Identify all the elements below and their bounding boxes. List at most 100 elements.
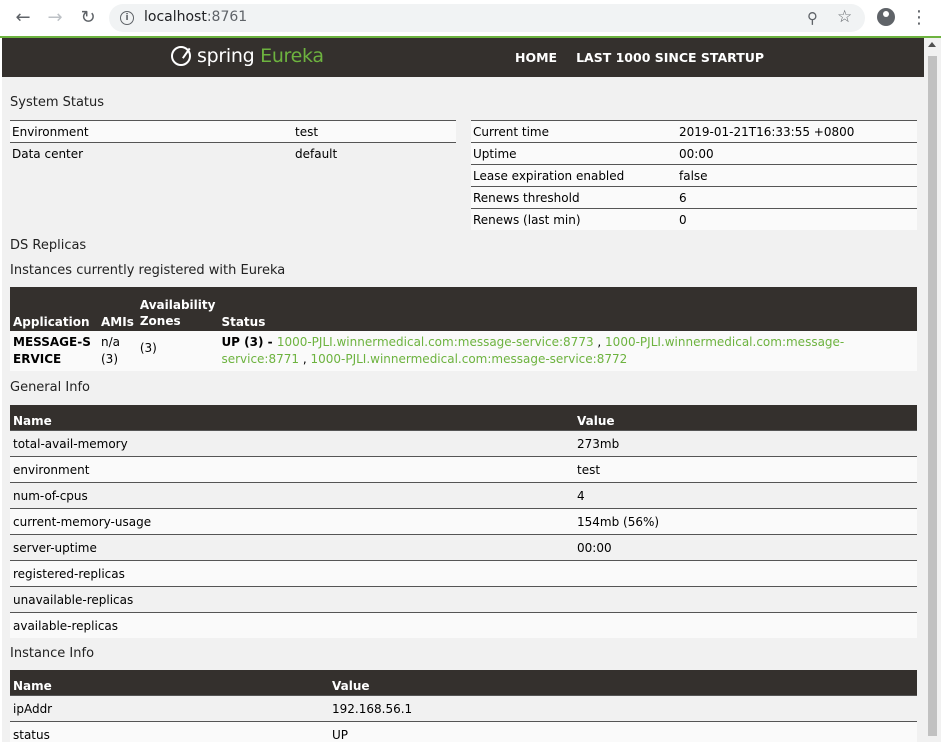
col-value: Value <box>574 405 917 431</box>
application-cell: MESSAGE-SERVICE <box>10 331 98 371</box>
status-label: Renews threshold <box>471 186 677 209</box>
table-row: Environment test <box>10 120 456 143</box>
table-row: Lease expiration enabled false <box>471 164 917 187</box>
info-value: 4 <box>574 482 917 509</box>
link-separator: , <box>299 352 311 366</box>
status-value: default <box>293 142 456 164</box>
info-name: registered-replicas <box>10 560 574 587</box>
info-value: test <box>574 456 917 483</box>
reload-icon[interactable]: ↻ <box>76 6 100 30</box>
amis-cell: n/a (3) <box>98 331 137 371</box>
status-label: Uptime <box>471 142 677 165</box>
status-value: test <box>293 120 456 143</box>
info-value: 273mb <box>574 430 917 457</box>
star-icon[interactable]: ☆ <box>837 8 855 26</box>
vertical-scrollbar[interactable] <box>924 38 941 742</box>
col-name: Name <box>10 405 574 431</box>
info-value <box>574 612 917 638</box>
table-row: server-uptime 00:00 <box>10 534 917 561</box>
page-content: spring Eureka HOME LAST 1000 SINCE STARTU… <box>2 38 924 742</box>
table-row: unavailable-replicas <box>10 586 917 613</box>
application-name: MESSAGE-SERVICE <box>13 335 91 366</box>
spring-logo-icon <box>171 46 191 66</box>
table-row: Current time 2019-01-21T16:33:55 +0800 <box>471 120 917 143</box>
table-row: num-of-cpus 4 <box>10 482 917 509</box>
status-value: 0 <box>677 208 917 230</box>
system-status-left-table: Environment test Data center default <box>10 120 456 164</box>
status-label: Data center <box>10 142 293 164</box>
url-port: :8761 <box>206 9 248 25</box>
scroll-thumb[interactable] <box>928 56 937 736</box>
table-row: Uptime 00:00 <box>471 142 917 165</box>
zones-cell: (3) <box>136 331 219 371</box>
info-name: unavailable-replicas <box>10 586 574 613</box>
info-value <box>574 560 917 587</box>
instance-link[interactable]: 1000-PJLI.winnermedical.com:message-serv… <box>277 335 594 349</box>
instance-info-table: Name Value ipAddr 192.168.56.1 status UP <box>10 670 917 742</box>
url-host: localhost <box>144 9 207 25</box>
ds-replicas-title: DS Replicas <box>10 238 87 253</box>
status-label: Lease expiration enabled <box>471 164 677 187</box>
system-status-title: System Status <box>10 95 105 110</box>
info-name: current-memory-usage <box>10 508 574 535</box>
eureka-navbar: spring Eureka HOME LAST 1000 SINCE STARTU… <box>2 38 924 77</box>
status-value: 2019-01-21T16:33:55 +0800 <box>677 120 917 143</box>
col-value: Value <box>329 670 917 696</box>
table-row: environment test <box>10 456 917 483</box>
info-value: UP <box>329 721 917 742</box>
info-value: 154mb (56%) <box>574 508 917 535</box>
col-availability-zones: Availability Zones <box>136 287 219 331</box>
info-name: total-avail-memory <box>10 430 574 457</box>
table-row: Renews (last min) 0 <box>471 208 917 230</box>
table-row: Renews threshold 6 <box>471 186 917 209</box>
table-row: ipAddr 192.168.56.1 <box>10 695 917 722</box>
info-name: server-uptime <box>10 534 574 561</box>
nav-last-1000-link[interactable]: LAST 1000 SINCE STARTUP <box>576 50 764 65</box>
info-name: ipAddr <box>10 695 329 722</box>
table-row: status UP <box>10 721 917 742</box>
status-cell: UP (3) - 1000-PJLI.winnermedical.com:mes… <box>218 331 917 371</box>
table-row: current-memory-usage 154mb (56%) <box>10 508 917 535</box>
info-value: 192.168.56.1 <box>329 695 917 722</box>
info-name: environment <box>10 456 574 483</box>
general-info-title: General Info <box>10 380 90 395</box>
nav-home-link[interactable]: HOME <box>515 50 557 65</box>
zoom-icon[interactable]: ⚲ <box>807 10 823 26</box>
status-value: 6 <box>677 186 917 209</box>
info-value: 00:00 <box>574 534 917 561</box>
table-row: registered-replicas <box>10 560 917 587</box>
col-status: Status <box>218 287 917 331</box>
link-separator: , <box>593 335 606 349</box>
info-name: status <box>10 721 329 742</box>
instance-info-title: Instance Info <box>10 646 95 661</box>
profile-icon[interactable] <box>877 8 895 26</box>
back-icon[interactable]: ← <box>11 6 35 30</box>
table-header-row: Application AMIs Availability Zones Stat… <box>10 287 917 331</box>
address-bar[interactable]: i localhost:8761 ⚲ ☆ <box>109 4 865 32</box>
info-icon[interactable]: i <box>120 11 134 25</box>
logo-eureka-text: Eureka <box>260 45 324 67</box>
info-name: num-of-cpus <box>10 482 574 509</box>
instance-link[interactable]: 1000-PJLI.winnermedical.com:message-serv… <box>310 352 627 366</box>
info-name: available-replicas <box>10 612 574 638</box>
system-status-right-table: Current time 2019-01-21T16:33:55 +0800 Up… <box>471 120 917 230</box>
col-amis: AMIs <box>98 287 137 331</box>
instances-title: Instances currently registered with Eure… <box>10 263 286 278</box>
general-info-table: Name Value total-avail-memory 273mb envir… <box>10 405 917 638</box>
logo-spring-text: spring <box>197 45 255 67</box>
table-row: Data center default <box>10 142 456 164</box>
url-text[interactable]: localhost:8761 <box>144 9 247 25</box>
logo-text: spring Eureka <box>197 45 324 67</box>
table-row: available-replicas <box>10 612 917 638</box>
menu-icon[interactable]: ⋮ <box>909 7 929 29</box>
table-header-row: Name Value <box>10 670 917 696</box>
table-row: total-avail-memory 273mb <box>10 430 917 457</box>
instances-table: Application AMIs Availability Zones Stat… <box>10 287 917 371</box>
status-value: 00:00 <box>677 142 917 165</box>
status-value: false <box>677 164 917 187</box>
status-label: Renews (last min) <box>471 208 677 230</box>
status-up: UP (3) - <box>221 335 277 349</box>
forward-icon[interactable]: → <box>43 6 67 30</box>
scroll-up-arrow-icon[interactable] <box>928 42 936 47</box>
status-label: Current time <box>471 120 677 143</box>
